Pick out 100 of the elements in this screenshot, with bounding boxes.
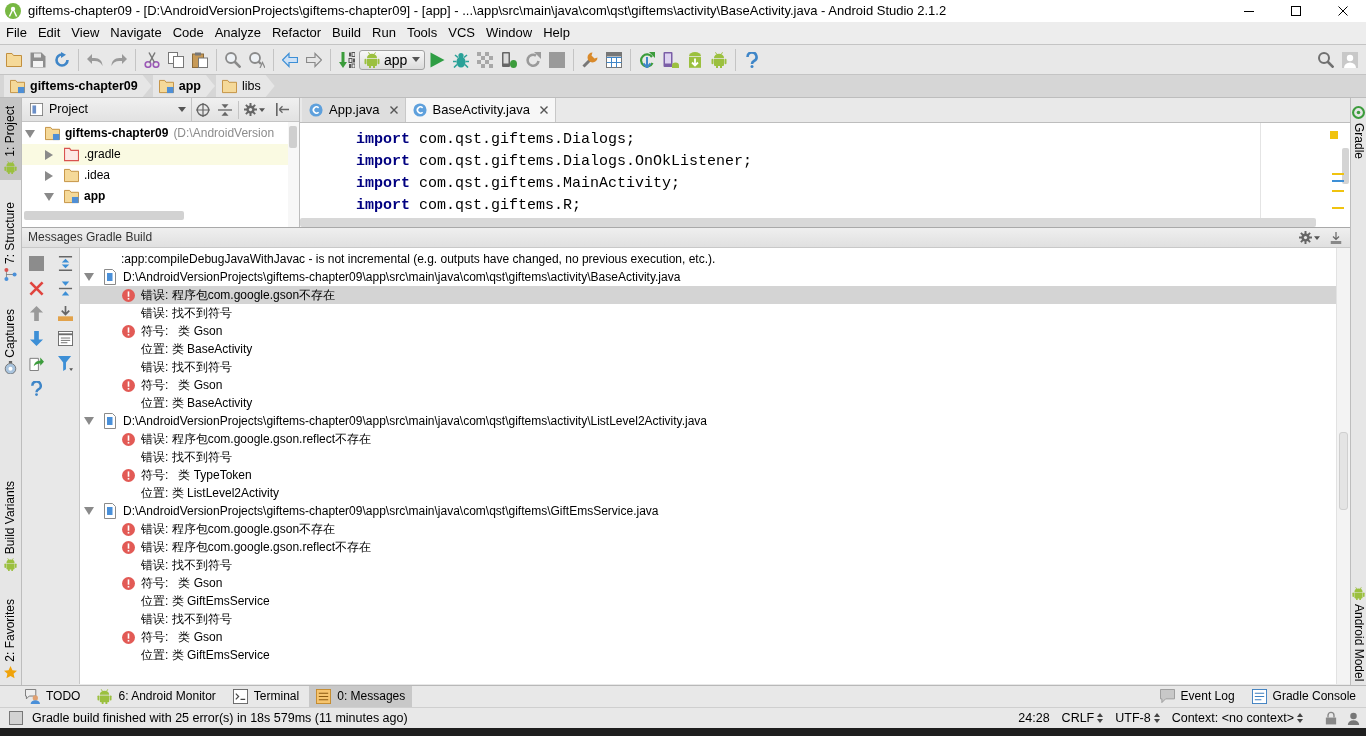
- menu-item[interactable]: View: [66, 23, 105, 43]
- vertical-scrollbar[interactable]: [1336, 248, 1350, 684]
- list-panel-icon[interactable]: [58, 331, 73, 346]
- search-icon[interactable]: [1318, 51, 1334, 68]
- vertical-scrollbar[interactable]: [288, 122, 299, 227]
- binary-arrow-icon[interactable]: [339, 51, 355, 68]
- square-marker-icon[interactable]: [1330, 131, 1338, 139]
- settings-icon[interactable]: [243, 103, 257, 116]
- menu-item[interactable]: Edit: [32, 23, 66, 43]
- download-icon[interactable]: [1330, 230, 1342, 245]
- menu-item[interactable]: Code: [167, 23, 209, 43]
- line-separator-selector[interactable]: CRLF: [1061, 710, 1104, 726]
- breadcrumb-item[interactable]: libs: [215, 75, 275, 97]
- tool-window-tab[interactable]: Event Log: [1152, 686, 1242, 707]
- tool-window-button[interactable]: Gradle: [1351, 98, 1366, 164]
- arrow-to-bar-icon[interactable]: [275, 103, 289, 116]
- menu-item[interactable]: Window: [480, 23, 538, 43]
- square-icon[interactable]: [9, 711, 23, 725]
- paste-icon[interactable]: [192, 51, 208, 68]
- tray-download-icon[interactable]: [58, 306, 73, 321]
- caret-icon[interactable]: [1314, 235, 1320, 240]
- message-item[interactable]: 错误: 找不到符号: [80, 610, 1336, 628]
- menu-item[interactable]: Help: [538, 23, 575, 43]
- menu-item[interactable]: Run: [367, 23, 401, 43]
- collapse-all-icon[interactable]: [58, 281, 73, 296]
- tool-window-button[interactable]: 2: Favorites: [0, 591, 21, 685]
- file-node[interactable]: D:\AndroidVersionProjects\giftems-chapter09\app\src\main\java\com\qst\giftems\activity\BaseActivity.java: [80, 268, 1336, 286]
- minimize-icon[interactable]: [1243, 10, 1254, 12]
- editor-tab[interactable]: App.java: [302, 98, 406, 122]
- tool-window-tab[interactable]: 0: Messages: [309, 686, 413, 707]
- help-icon[interactable]: [744, 51, 760, 68]
- settings-icon[interactable]: [1299, 231, 1312, 244]
- lock-icon[interactable]: [1325, 711, 1337, 725]
- message-item[interactable]: 错误: 找不到符号: [80, 556, 1336, 574]
- tree-item[interactable]: app: [22, 186, 288, 207]
- caret-icon[interactable]: [258, 107, 265, 112]
- close-icon[interactable]: [539, 106, 548, 114]
- editor-tab[interactable]: BaseActivity.java: [405, 98, 556, 122]
- filter-icon[interactable]: [58, 356, 73, 371]
- menu-item[interactable]: Tools: [401, 23, 443, 43]
- caret-right-icon[interactable]: [45, 149, 53, 160]
- file-node[interactable]: D:\AndroidVersionProjects\giftems-chapter09\app\src\main\java\com\qst\giftems\activity\ListLevel2Activity.java: [80, 412, 1336, 430]
- message-item[interactable]: 错误: 程序包com.google.gson不存在: [80, 520, 1336, 538]
- down-arrow-icon[interactable]: [29, 331, 44, 346]
- caret-right-icon[interactable]: [45, 170, 53, 181]
- rerun-icon[interactable]: [525, 51, 541, 68]
- message-item[interactable]: 错误: 程序包com.google.gson.reflect不存在: [80, 430, 1336, 448]
- tool-window-button[interactable]: Android Model: [1351, 578, 1366, 685]
- sync-icon[interactable]: [54, 51, 70, 68]
- expand-all-icon[interactable]: [58, 256, 73, 271]
- context-selector[interactable]: Context: <no context>: [1171, 710, 1303, 726]
- collapse-icon[interactable]: [218, 102, 232, 117]
- robot-icon[interactable]: [711, 51, 727, 68]
- message-item[interactable]: 符号: 类 TypeToken: [80, 466, 1336, 484]
- tool-window-button[interactable]: 1: Project: [0, 98, 21, 180]
- phone-robot-icon[interactable]: [663, 51, 679, 68]
- up-arrow-icon[interactable]: [29, 306, 44, 321]
- search-icon[interactable]: [225, 51, 241, 68]
- caret-down-icon[interactable]: [84, 507, 94, 515]
- menu-item[interactable]: Analyze: [209, 23, 266, 43]
- ring-arrow-icon[interactable]: [639, 51, 655, 68]
- breadcrumb-item[interactable]: app: [152, 75, 215, 97]
- message-item[interactable]: 错误: 找不到符号: [80, 448, 1336, 466]
- caret-down-icon[interactable]: [84, 417, 94, 425]
- stop-icon[interactable]: [549, 51, 565, 68]
- message-item[interactable]: 符号: 类 Gson: [80, 376, 1336, 394]
- crosshair-icon[interactable]: [196, 102, 210, 117]
- save-icon[interactable]: [30, 51, 46, 68]
- help-icon[interactable]: [29, 381, 44, 396]
- message-item[interactable]: 位置: 类 GiftEmsService: [80, 646, 1336, 664]
- message-item[interactable]: 位置: 类 BaseActivity: [80, 394, 1336, 412]
- user-icon[interactable]: [1342, 51, 1358, 68]
- run-configuration-dropdown[interactable]: app: [359, 49, 425, 70]
- tool-window-tab[interactable]: Terminal: [225, 686, 307, 707]
- tool-window-button[interactable]: Captures: [0, 300, 21, 381]
- breadcrumb-item[interactable]: giftems-chapter09: [4, 75, 152, 97]
- message-item[interactable]: 符号: 类 Gson: [80, 628, 1336, 646]
- person-icon[interactable]: [1347, 711, 1360, 725]
- forward-arrow-icon[interactable]: [306, 51, 322, 68]
- caret-down-icon[interactable]: [84, 273, 94, 281]
- bug-icon[interactable]: [453, 51, 469, 68]
- folder-icon[interactable]: [6, 51, 22, 68]
- message-item[interactable]: 位置: 类 GiftEmsService: [80, 592, 1336, 610]
- menu-item[interactable]: VCS: [443, 23, 480, 43]
- message-item[interactable]: 错误: 程序包com.google.gson不存在: [80, 286, 1336, 304]
- caret-position[interactable]: 24:28: [1018, 710, 1050, 726]
- tool-window-button[interactable]: 7: Structure: [0, 193, 21, 287]
- tree-item[interactable]: giftems-chapter09 (D:\AndroidVersion: [22, 123, 288, 144]
- scissors-icon[interactable]: [144, 51, 160, 68]
- tree-item[interactable]: .gradle: [22, 144, 288, 165]
- grid-icon[interactable]: [606, 51, 622, 68]
- caret-down-icon[interactable]: [25, 129, 35, 138]
- close-icon[interactable]: [1337, 6, 1348, 16]
- tree-item[interactable]: .idea: [22, 165, 288, 186]
- maximize-icon[interactable]: [1290, 6, 1301, 16]
- file-node[interactable]: D:\AndroidVersionProjects\giftems-chapter09\app\src\main\java\com\qst\giftems\GiftEmsService.java: [80, 502, 1336, 520]
- wrench-icon[interactable]: [582, 51, 598, 68]
- message-item[interactable]: 错误: 程序包com.google.gson.reflect不存在: [80, 538, 1336, 556]
- export-icon[interactable]: [29, 356, 44, 371]
- menu-item[interactable]: Build: [327, 23, 366, 43]
